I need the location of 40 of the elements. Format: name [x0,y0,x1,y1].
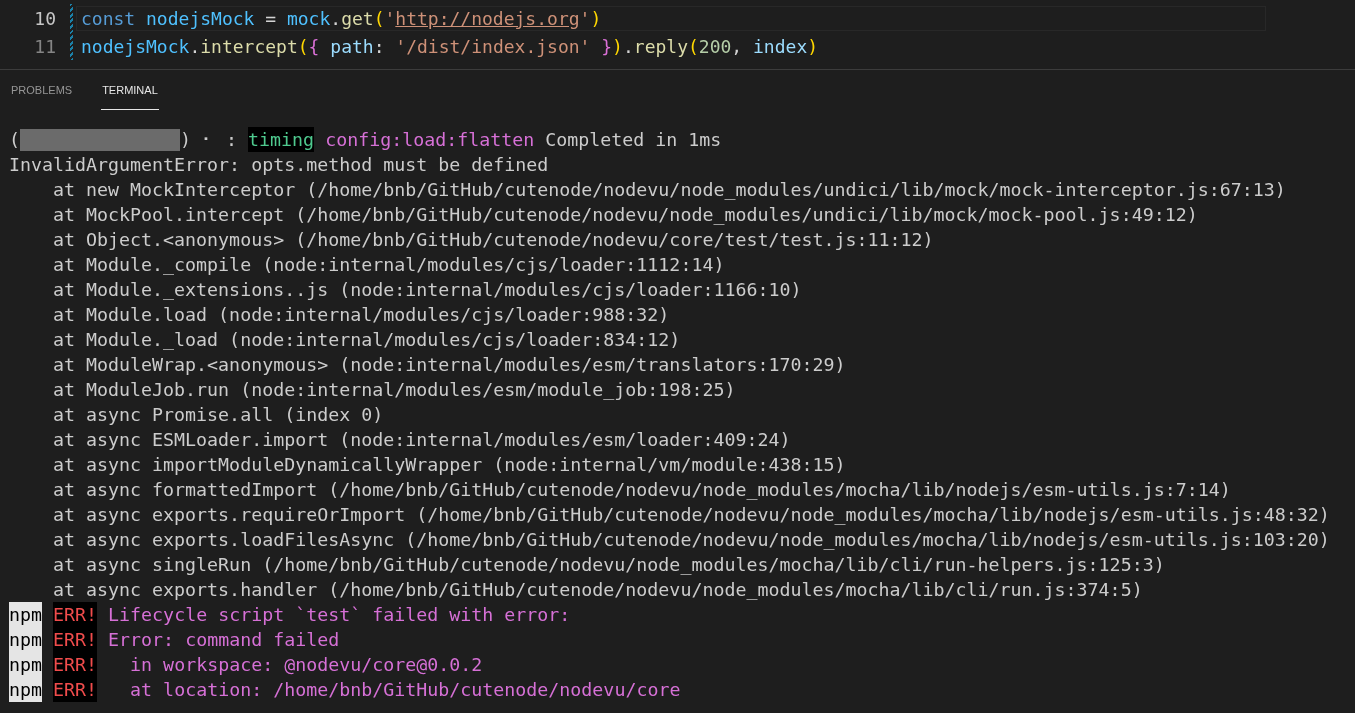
npm-prefix: npm [9,627,43,652]
panel-tab[interactable]: TERMINAL [101,70,159,110]
paren-text: ( [9,128,20,152]
error-level: ERR! [53,652,98,677]
terminal-line: at async ESMLoader.import (node:internal/modules/esm/loader:409:24) [52,428,791,452]
line-number: 10 [33,7,56,29]
npm-prefix: npm [9,677,43,702]
terminal-line: at async exports.handler (/home/bnb/GitHub/cutenode/nodevu/node_modules/mocha/lib/cli/run.js:374:5) [52,578,1143,602]
log-topic: config:load:flatten [325,128,535,152]
spinner-text: ) ⠂ : [180,128,238,152]
terminal-line: at async singleRun (/home/bnb/GitHub/cutenode/nodevu/node_modules/mocha/lib/cli/run-helpers.js:125:3) [52,553,1165,577]
error-level: ERR! [53,602,98,627]
error-message: Lifecycle script `test` failed with error: [108,603,571,627]
error-message: in workspace: @nodevu/core@0.0.2 [129,653,483,677]
npm-prefix: npm [9,652,43,677]
error-level: ERR! [53,627,98,652]
line-number: 11 [33,35,56,57]
npm-prefix: npm [9,602,43,627]
error-message: at location: /home/bnb/GitHub/cutenode/nodevu/core [129,678,681,702]
panel-tab[interactable]: PROBLEMS [10,70,74,110]
terminal-line: at ModuleWrap.<anonymous> (node:internal/modules/esm/translators:170:29) [52,353,846,377]
terminal-line: at Object.<anonymous> (/home/bnb/GitHub/cutenode/nodevu/core/test/test.js:11:12) [52,228,934,252]
terminal-line: InvalidArgumentError: opts.method must be defined [9,153,549,177]
code-line: nodejsMock.intercept({ path: '/dist/index.json' }).reply(200, index) [80,34,820,59]
terminal-line: at Module.load (node:internal/modules/cjs/loader:988:32) [52,303,670,327]
error-level: ERR! [53,677,98,702]
log-message: Completed in 1ms [545,128,722,152]
log-tag: timing [248,127,315,152]
terminal-line: at async Promise.all (index 0) [52,403,384,427]
terminal-line: at ModuleJob.run (node:internal/modules/esm/module_job:198:25) [52,378,736,402]
terminal-line: at async exports.loadFilesAsync (/home/bnb/GitHub/cutenode/nodevu/node_modules/mocha/lib/nodejs/esm-utils.js:103:20) [52,528,1330,552]
terminal-line: at async exports.requireOrImport (/home/bnb/GitHub/cutenode/nodevu/node_modules/mocha/lib/nodejs/esm-utils.js:48:32) [52,503,1330,527]
terminal-line: at Module._compile (node:internal/modules/cjs/loader:1112:14) [52,253,725,277]
terminal-line: at Module._extensions..js (node:internal/modules/cjs/loader:1166:10) [52,278,802,302]
terminal-line: at new MockInterceptor (/home/bnb/GitHub/cutenode/nodevu/node_modules/undici/lib/mock/mock-interceptor.js:67:13) [52,178,1286,202]
error-message: Error: command failed [108,628,340,652]
terminal-line: at MockPool.intercept (/home/bnb/GitHub/cutenode/nodevu/node_modules/undici/lib/mock/mock-pool.js:49:12) [52,203,1198,227]
terminal-line: at async importModuleDynamicallyWrapper (node:internal/vm/module:438:15) [52,453,846,477]
terminal-line: at async formattedImport (/home/bnb/GitHub/cutenode/nodevu/node_modules/mocha/lib/nodejs/esm-utils.js:7:14) [52,478,1231,502]
terminal-line: at Module._load (node:internal/modules/cjs/loader:834:12) [52,328,681,352]
